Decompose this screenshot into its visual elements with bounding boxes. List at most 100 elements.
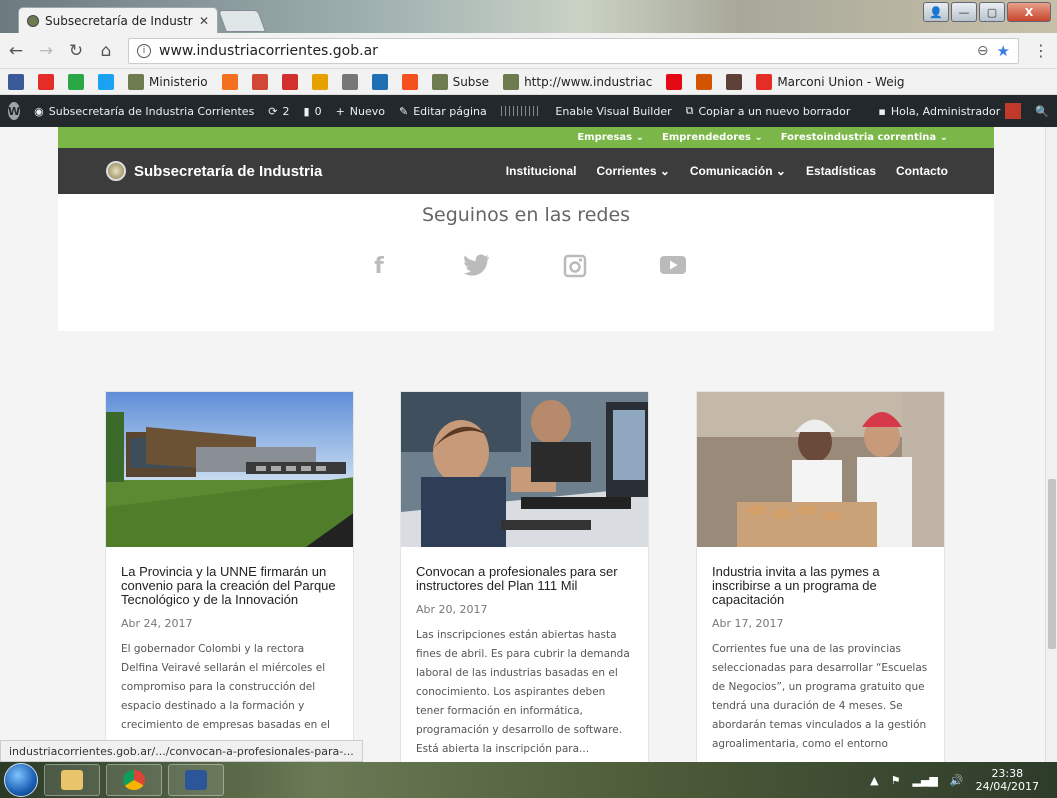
facebook-icon[interactable]: f xyxy=(365,254,393,280)
instagram-icon[interactable] xyxy=(561,254,589,280)
nav-comunicacion[interactable]: Comunicación ⌄ xyxy=(690,164,786,178)
youtube-icon xyxy=(38,73,54,90)
bookmark-star-icon[interactable]: ★ xyxy=(997,42,1010,60)
nav-emprendedores[interactable]: Emprendedores ⌄ xyxy=(662,132,763,143)
twitter-icon xyxy=(98,73,114,90)
tray-expand-icon[interactable]: ▲ xyxy=(870,774,878,787)
nav-estadisticas[interactable]: Estadísticas xyxy=(806,164,876,178)
site-favicon-icon xyxy=(27,14,39,27)
orange-icon xyxy=(221,73,238,90)
nav-corrientes[interactable]: Corrientes ⌄ xyxy=(596,164,669,178)
search-icon[interactable]: 🔍 xyxy=(1035,105,1049,118)
explorer-taskbar-button[interactable] xyxy=(44,764,100,796)
stats-sparkline[interactable] xyxy=(500,106,542,116)
word-icon xyxy=(185,770,207,790)
wp-edit-page[interactable]: ✎ Editar página xyxy=(399,105,487,118)
clock[interactable]: 23:38 24/04/2017 xyxy=(976,767,1039,793)
nav-institucional[interactable]: Institucional xyxy=(506,164,577,178)
seal-icon xyxy=(431,73,448,90)
bookmark-item[interactable] xyxy=(341,73,358,90)
twitter-icon[interactable] xyxy=(463,254,491,280)
zoom-icon[interactable]: ⊖ xyxy=(977,43,989,59)
back-icon[interactable]: ← xyxy=(8,41,24,61)
bookmark-item[interactable]: Subse xyxy=(431,73,489,90)
nav-forestoindustria[interactable]: Forestoindustria correntina ⌄ xyxy=(781,132,948,143)
bookmark-item[interactable]: Ministerio xyxy=(128,73,208,90)
seal-icon xyxy=(128,73,144,90)
scrollbar-thumb[interactable] xyxy=(1048,479,1056,649)
menu-icon[interactable]: ⋮ xyxy=(1033,41,1049,60)
info-icon[interactable]: i xyxy=(137,43,151,58)
news-card[interactable]: Convocan a profesionales para ser instru… xyxy=(400,391,649,762)
card-title[interactable]: La Provincia y la UNNE firmarán un conve… xyxy=(121,565,338,607)
bookmark-item[interactable]: http://www.industriac xyxy=(503,73,652,90)
bookmark-item[interactable]: Marconi Union - Weig xyxy=(756,73,905,90)
copy-icon: ⧉ xyxy=(685,104,694,117)
url-bar[interactable]: i www.industriacorrientes.gob.ar ⊖ ★ xyxy=(128,37,1019,64)
news-card[interactable]: La Provincia y la UNNE firmarán un conve… xyxy=(105,391,354,762)
bookmark-item[interactable] xyxy=(98,73,114,90)
card-image-bakers[interactable] xyxy=(697,392,944,547)
bookmark-label: Ministerio xyxy=(149,74,208,89)
nav-empresas[interactable]: Empresas ⌄ xyxy=(577,132,644,143)
bookmark-label: Marconi Union - Weig xyxy=(777,74,905,89)
bookmark-item[interactable] xyxy=(8,73,24,90)
wordpress-icon[interactable]: W xyxy=(8,102,21,120)
maximize-button[interactable]: ▢ xyxy=(979,2,1005,22)
comment-icon: ▮ xyxy=(303,104,310,118)
browser-tab[interactable]: Subsecretaría de Industri ✕ xyxy=(18,7,218,33)
chrome-taskbar-button[interactable] xyxy=(106,764,162,796)
bookmark-item[interactable] xyxy=(251,73,268,90)
seal-logo-icon[interactable] xyxy=(106,161,126,181)
flag-icon[interactable]: ⚑ xyxy=(891,774,901,787)
card-image-programmers[interactable] xyxy=(401,392,648,547)
network-icon[interactable]: ▂▄▆ xyxy=(913,774,938,787)
close-button[interactable]: X xyxy=(1007,2,1051,22)
minimize-button[interactable]: — xyxy=(951,2,977,22)
card-title[interactable]: Convocan a profesionales para ser instru… xyxy=(416,565,633,593)
bookmark-item[interactable] xyxy=(666,73,683,90)
bookmark-item[interactable] xyxy=(696,73,713,90)
x-icon xyxy=(371,73,388,90)
wp-new[interactable]: + Nuevo xyxy=(336,105,385,118)
home-icon[interactable]: ⌂ xyxy=(98,41,114,61)
word-taskbar-button[interactable] xyxy=(168,764,224,796)
bookmark-item[interactable] xyxy=(68,73,84,90)
tab-close-icon[interactable]: ✕ xyxy=(199,14,209,28)
site-name[interactable]: Subsecretaría de Industria xyxy=(134,163,322,180)
card-image-building[interactable] xyxy=(106,392,353,547)
page-scrollbar[interactable] xyxy=(1045,127,1057,762)
bookmark-item[interactable] xyxy=(281,73,298,90)
address-bar-row: ← → ↻ ⌂ i www.industriacorrientes.gob.ar… xyxy=(0,33,1057,69)
bookmark-item[interactable] xyxy=(401,73,418,90)
youtube-icon[interactable] xyxy=(659,254,687,280)
profile-icon[interactable]: 👤 xyxy=(923,2,949,22)
news-card[interactable]: Industria invita a las pymes a inscribir… xyxy=(696,391,945,762)
nav-contacto[interactable]: Contacto xyxy=(896,164,948,178)
system-tray: ▲ ⚑ ▂▄▆ 🔊 23:38 24/04/2017 xyxy=(870,767,1053,793)
wp-site-link[interactable]: ◉ Subsecretaría de Industria Corrientes xyxy=(34,105,254,118)
social-heading: Seguinos en las redes xyxy=(421,204,631,226)
wp-account[interactable]: ▪ Hola, Administrador xyxy=(878,103,1022,119)
wp-comments[interactable]: ▮ 0 xyxy=(304,105,322,118)
forward-icon[interactable]: → xyxy=(38,41,54,61)
updates-icon: ⟳ xyxy=(268,104,278,118)
card-title[interactable]: Industria invita a las pymes a inscribir… xyxy=(712,565,929,607)
card-excerpt: Las inscripciones están abiertas hasta f… xyxy=(416,629,630,755)
tab-title: Subsecretaría de Industri xyxy=(45,13,193,28)
wp-copy-draft[interactable]: ⧉ Copiar a un nuevo borrador xyxy=(686,104,851,118)
start-button[interactable] xyxy=(4,763,38,797)
bookmark-item[interactable] xyxy=(726,73,743,90)
bookmark-item[interactable] xyxy=(311,73,328,90)
new-tab-button[interactable] xyxy=(217,10,267,32)
wp-visual-builder[interactable]: Enable Visual Builder xyxy=(555,105,671,118)
bookmark-item[interactable] xyxy=(371,73,388,90)
bookmark-item[interactable] xyxy=(38,73,54,90)
volume-icon[interactable]: 🔊 xyxy=(950,774,964,787)
nav-links: Institucional Corrientes ⌄ Comunicación … xyxy=(506,164,948,178)
page-content: Empresas ⌄ Emprendedores ⌄ Forestoindust… xyxy=(0,127,1045,762)
wp-updates[interactable]: ⟳ 2 xyxy=(268,105,289,118)
flower-icon xyxy=(696,73,713,90)
bookmark-item[interactable] xyxy=(221,73,238,90)
reload-icon[interactable]: ↻ xyxy=(68,41,84,61)
